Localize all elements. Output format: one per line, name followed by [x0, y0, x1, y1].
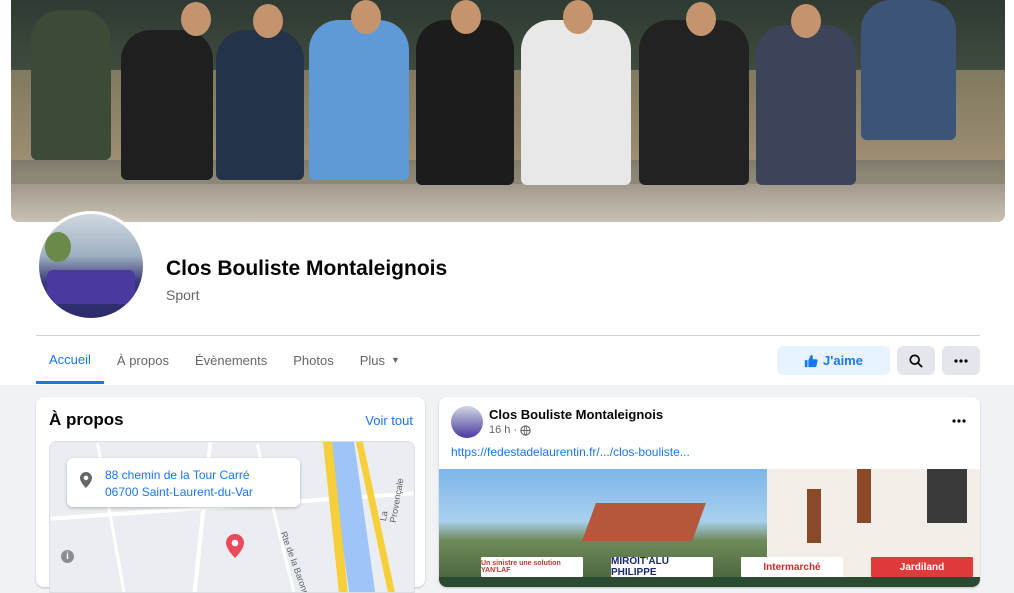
page-category[interactable]: Sport	[166, 287, 199, 303]
tab-photos[interactable]: Photos	[280, 338, 346, 382]
address-line-1: 88 chemin de la Tour Carré	[105, 468, 250, 482]
about-title: À propos	[49, 410, 124, 429]
post-meta: 16 h ·	[489, 424, 531, 436]
tab-accueil[interactable]: Accueil	[36, 338, 104, 384]
like-button[interactable]: J'aime	[777, 346, 890, 375]
about-card: À propos Voir tout Rte de la Baronne La …	[36, 397, 425, 593]
divider	[36, 335, 980, 336]
post-link[interactable]: https://fedestadelaurentin.fr/.../clos-b…	[451, 445, 690, 459]
post-author-avatar[interactable]	[451, 406, 483, 438]
post-options-button[interactable]	[952, 410, 966, 428]
search-icon	[909, 353, 923, 368]
post-time[interactable]: 16 h	[489, 424, 510, 436]
see-all-link[interactable]: Voir tout	[365, 413, 413, 428]
profile-picture[interactable]	[36, 211, 146, 321]
sponsor-banner: Jardiland	[871, 557, 973, 577]
sponsor-banner: Intermarché	[741, 557, 843, 577]
page-tabs: Accueil À propos Évènements Photos Plus ▼	[36, 338, 413, 384]
map-street-label: La Provençale	[378, 477, 406, 524]
sponsor-banner: MIROIT'ALU PHILIPPE	[611, 556, 713, 578]
location-map[interactable]: Rte de la Baronne La Provençale 88 chemi…	[49, 441, 415, 593]
globe-icon	[520, 424, 531, 436]
info-icon[interactable]: i	[61, 550, 74, 563]
more-button[interactable]	[942, 346, 980, 375]
location-pin-icon	[80, 472, 92, 488]
search-button[interactable]	[897, 346, 935, 375]
more-icon	[954, 358, 968, 363]
more-icon	[952, 419, 966, 423]
map-marker-icon	[226, 534, 244, 558]
page-title: Clos Bouliste Montaleignois	[166, 257, 448, 280]
post-author[interactable]: Clos Bouliste Montaleignois	[489, 407, 663, 422]
tab-a-propos[interactable]: À propos	[104, 338, 182, 382]
post-card: Clos Bouliste Montaleignois 16 h · https…	[439, 397, 980, 587]
caret-down-icon: ▼	[391, 355, 400, 365]
tab-evenements[interactable]: Évènements	[182, 338, 280, 382]
address-line-2: 06700 Saint-Laurent-du-Var	[105, 485, 253, 499]
page-header: Clos Bouliste Montaleignois Sport Accuei…	[0, 0, 1014, 385]
sponsor-banner: Un sinistre une solution YAN'LAF	[481, 557, 583, 577]
thumbs-up-icon	[804, 354, 818, 367]
address-box[interactable]: 88 chemin de la Tour Carré 06700 Saint-L…	[67, 458, 300, 507]
map-street-label: Rte de la Baronne	[278, 530, 313, 593]
tab-plus[interactable]: Plus ▼	[347, 338, 413, 382]
cover-photo[interactable]	[11, 0, 1005, 222]
post-image[interactable]: Un sinistre une solution YAN'LAF MIROIT'…	[439, 469, 980, 587]
